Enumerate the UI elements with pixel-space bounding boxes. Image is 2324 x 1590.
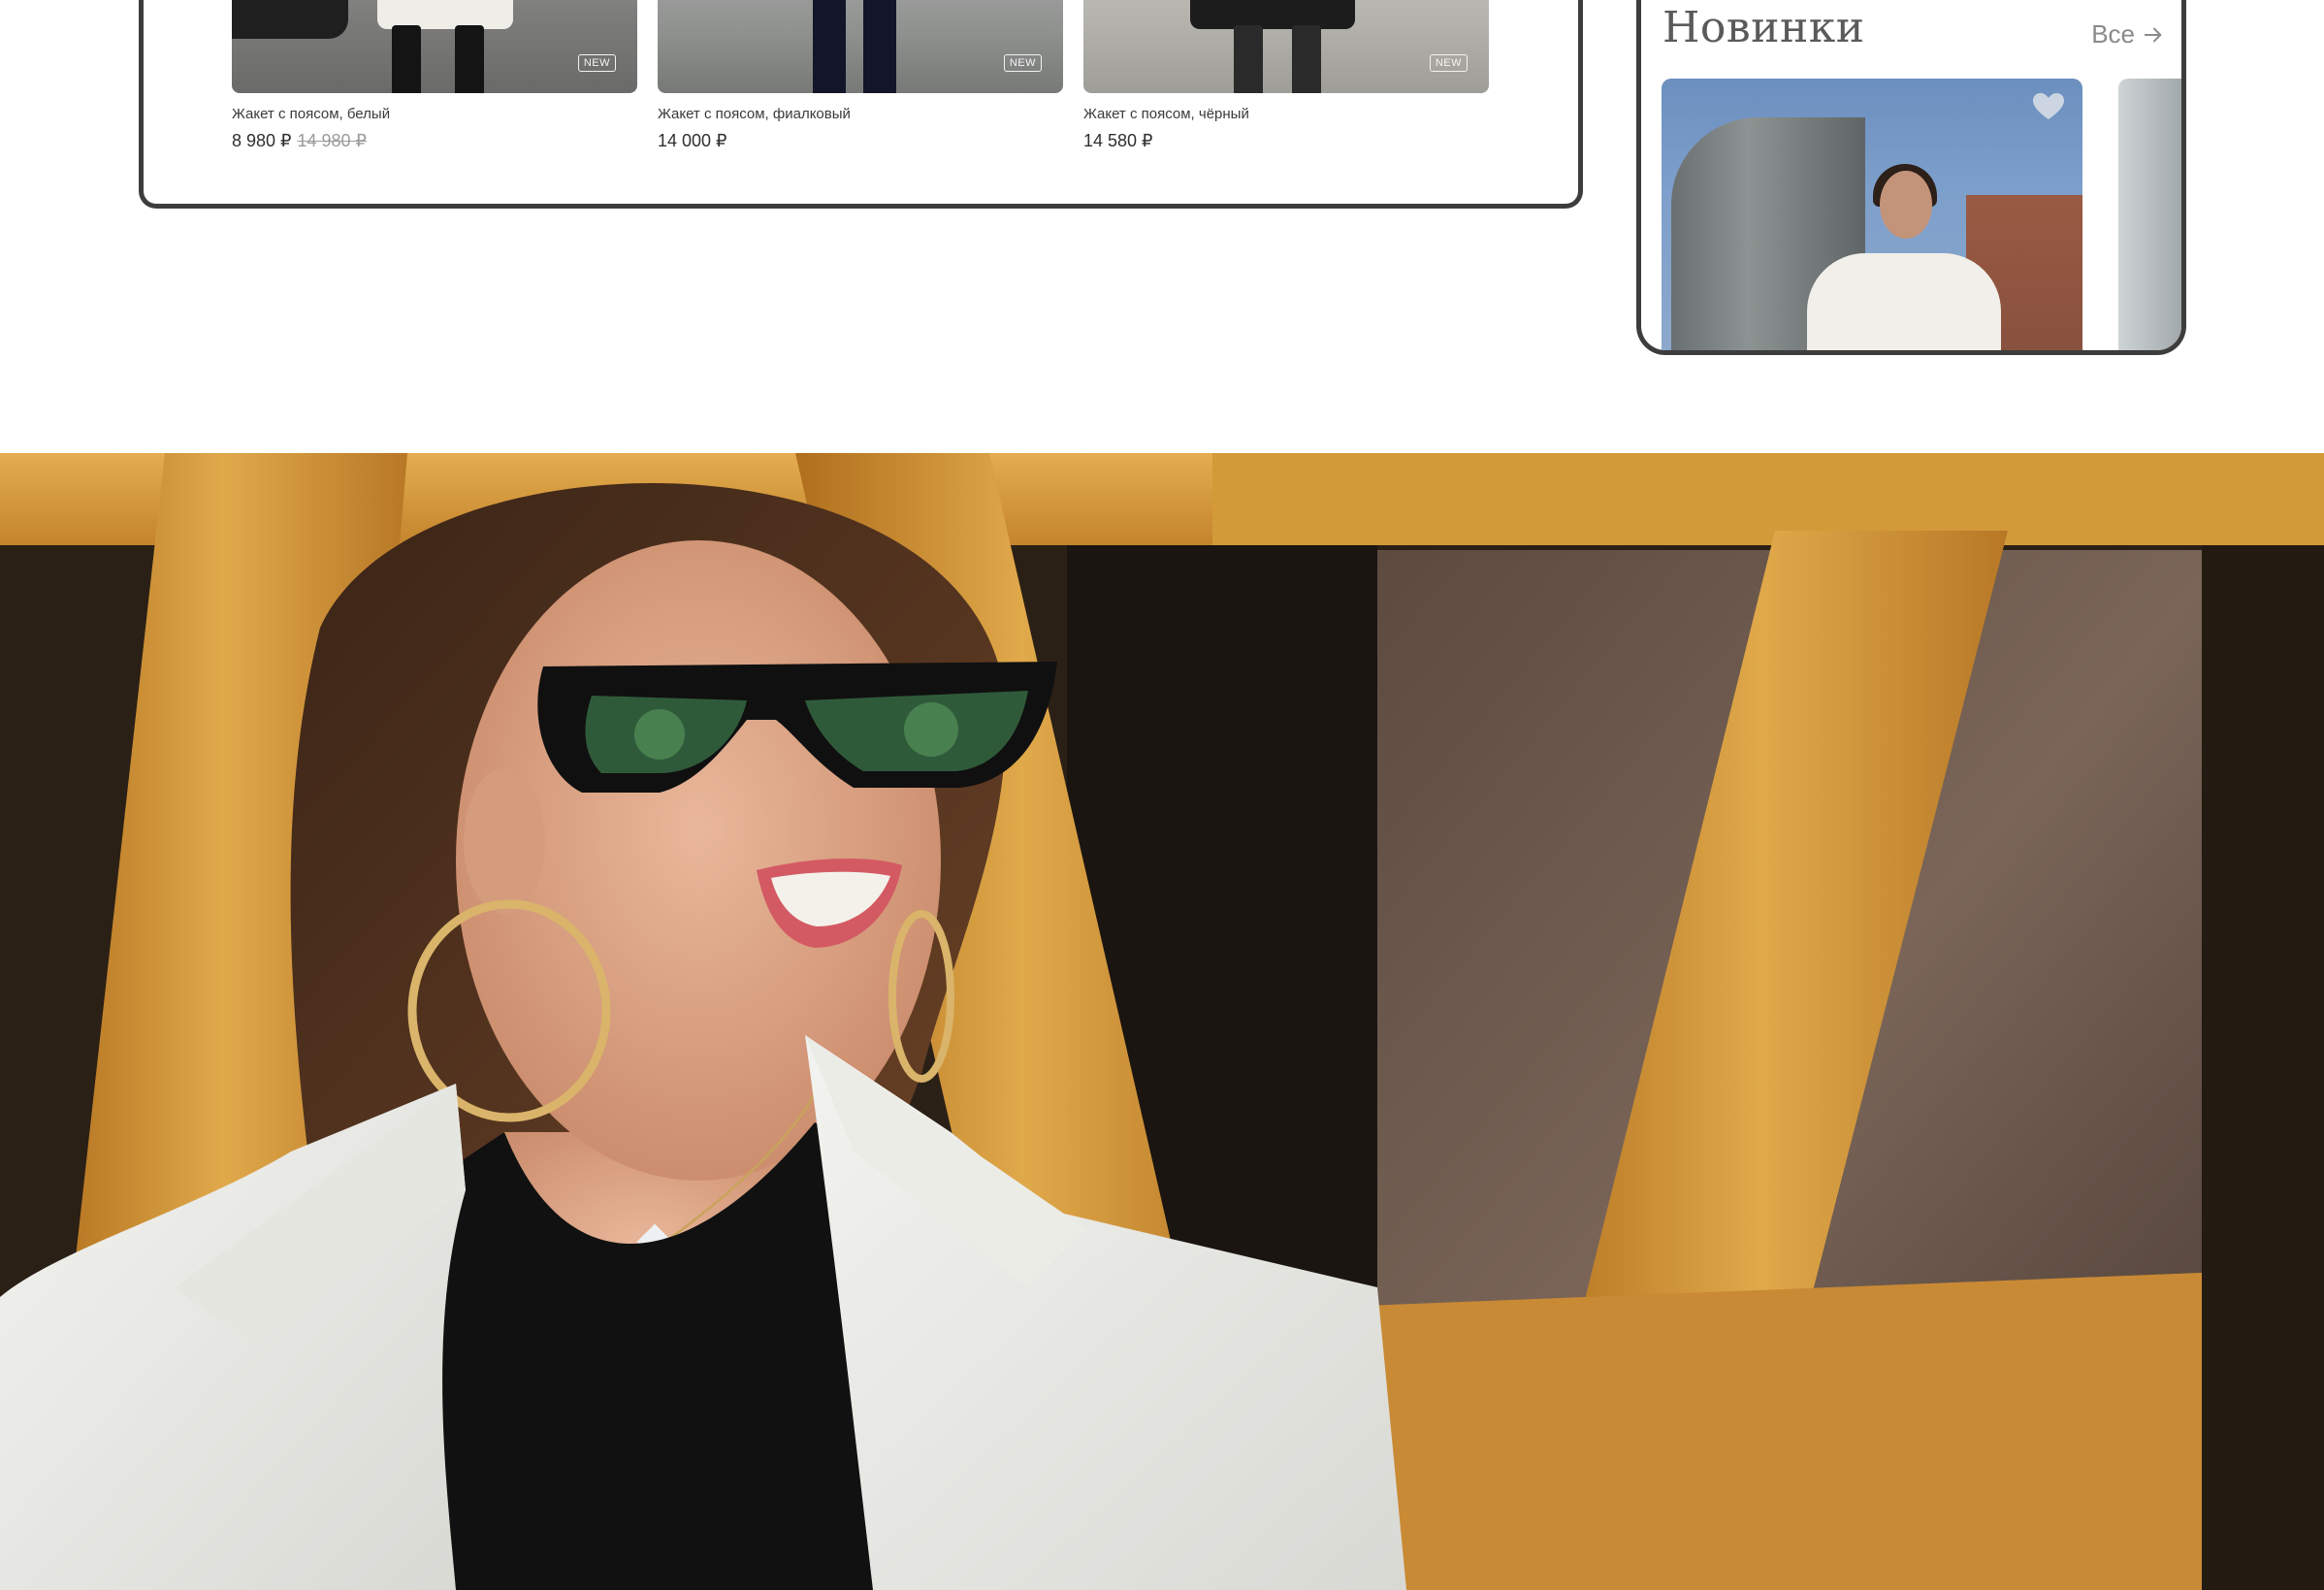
trousers-shape bbox=[863, 0, 896, 93]
new-badge: NEW bbox=[1003, 54, 1042, 72]
view-all-link[interactable]: Все bbox=[2091, 19, 2164, 49]
next-product-card[interactable] bbox=[2118, 79, 2181, 350]
view-all-label: Все bbox=[2091, 19, 2135, 49]
page: NEW Жакет с поясом, белый 8 980 ₽ 14 980 … bbox=[0, 0, 2324, 1590]
current-price: 8 980 ₽ bbox=[232, 131, 292, 150]
jacket-shape bbox=[1807, 253, 2001, 350]
heart-icon[interactable] bbox=[2032, 92, 2065, 121]
legs-shape bbox=[1234, 25, 1263, 93]
car-shape bbox=[232, 0, 348, 39]
mobile-preview-frame: Новинки Все bbox=[1636, 0, 2186, 355]
trousers-shape bbox=[813, 0, 846, 93]
hero-banner bbox=[0, 453, 2324, 1590]
new-badge: NEW bbox=[1429, 54, 1468, 72]
product-name[interactable]: Жакет с поясом, чёрный bbox=[1083, 106, 1489, 122]
product-price: 14 000 ₽ bbox=[658, 131, 1063, 151]
legs-shape bbox=[1292, 25, 1321, 93]
hero-photo bbox=[0, 453, 2324, 1590]
desktop-preview-frame: NEW Жакет с поясом, белый 8 980 ₽ 14 980 … bbox=[139, 0, 1583, 209]
old-price: 14 980 ₽ bbox=[297, 131, 368, 150]
product-card[interactable]: NEW Жакет с поясом, фиалковый 14 000 ₽ bbox=[658, 0, 1063, 151]
new-badge: NEW bbox=[577, 54, 616, 72]
product-card[interactable]: NEW Жакет с поясом, белый 8 980 ₽ 14 980 … bbox=[232, 0, 637, 151]
arrow-right-icon bbox=[2144, 27, 2162, 42]
product-name[interactable]: Жакет с поясом, фиалковый bbox=[658, 106, 1063, 122]
product-photo[interactable]: NEW bbox=[658, 0, 1063, 93]
legs-shape bbox=[392, 25, 421, 93]
head-shape bbox=[1880, 171, 1932, 239]
current-price: 14 000 ₽ bbox=[658, 131, 727, 150]
section-title: Новинки bbox=[1662, 3, 1865, 52]
product-price: 8 980 ₽ 14 980 ₽ bbox=[232, 131, 637, 151]
legs-shape bbox=[455, 25, 484, 93]
skirt-shape bbox=[1190, 0, 1355, 29]
product-price: 14 580 ₽ bbox=[1083, 131, 1489, 151]
current-price: 14 580 ₽ bbox=[1083, 131, 1153, 150]
product-card[interactable]: NEW Жакет с поясом, чёрный 14 580 ₽ bbox=[1083, 0, 1489, 151]
product-name[interactable]: Жакет с поясом, белый bbox=[232, 106, 637, 122]
product-photo[interactable]: NEW bbox=[232, 0, 637, 93]
new-product-card[interactable] bbox=[1662, 79, 2082, 350]
product-photo[interactable]: NEW bbox=[1083, 0, 1489, 93]
